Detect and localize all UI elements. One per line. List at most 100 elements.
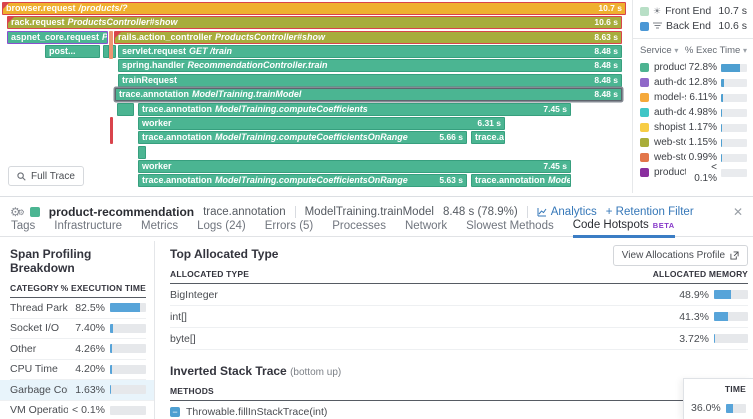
legend-service-row[interactable]: auth-dotnet12.8%	[640, 75, 747, 90]
legend-service-row[interactable]: shopist-web-ui1.17%	[640, 120, 747, 135]
caret-down-icon: ▾	[742, 45, 747, 55]
service-name: product-recommendation	[48, 204, 195, 219]
collapse-icon[interactable]: −	[170, 407, 180, 417]
flame-span[interactable]: trace.annotationModelTraining.s...	[471, 174, 571, 188]
allocated-row[interactable]: int[] 41.3%	[170, 306, 748, 328]
allocated-row[interactable]: byte[] 3.72%	[170, 328, 748, 350]
legend-summary-value: 10.6 s	[718, 20, 747, 32]
span-duration: 6.31 s	[477, 117, 501, 128]
breakdown-row[interactable]: Other 4.26%	[10, 339, 146, 360]
breakdown-row[interactable]: Thread Park 82.5%	[10, 298, 146, 319]
breakdown-table-header: CATEGORY % EXECUTION TIME	[10, 275, 146, 298]
flame-span[interactable]: trace.an...	[471, 131, 505, 145]
span-resource: ProductsController#show	[67, 17, 178, 28]
span-operation: trace.annotation	[142, 132, 213, 143]
span-operation: trace.annotation	[142, 175, 213, 186]
breakdown-row[interactable]: Socket I/O 7.40%	[10, 319, 146, 339]
span-duration: 8.48 s	[594, 89, 618, 100]
exec-fill	[110, 364, 112, 374]
span-resource: ModelTraining.computeCoefficientsOnRange	[215, 175, 408, 186]
breakdown-rows: Thread Park 82.5% Socket I/O 7.40% Other 4.26…	[0, 298, 154, 419]
divider	[294, 205, 296, 218]
frontend-icon: ☀	[653, 5, 662, 16]
flame-span[interactable]	[138, 145, 146, 159]
close-icon[interactable]: ✕	[733, 205, 743, 219]
flame-span[interactable]: worker 7.45 s	[138, 159, 571, 173]
span-duration: 10.6 s	[594, 17, 618, 28]
flame-span[interactable]: browser.request/products/? 10.7 s	[2, 2, 626, 15]
service-exec-bar	[721, 153, 747, 162]
flame-span[interactable]: rails.action_controller ProductsControlle…	[114, 30, 622, 44]
span-operation: worker	[142, 117, 172, 128]
legend-service-row[interactable]: auth-dotnet-po...4.98%	[640, 105, 747, 120]
flame-span[interactable]: trace.annotation ModelTraining.trainModel…	[115, 88, 622, 102]
tab-processes[interactable]: Processes	[332, 220, 386, 236]
col-exec-time: % EXECUTION TIME	[60, 283, 146, 293]
service-exec-pct: < 0.1%	[694, 161, 717, 184]
tab-logs-24[interactable]: Logs (24)	[197, 220, 246, 236]
service-name: product-recom...	[654, 167, 686, 178]
span-operation: aspnet_core.request	[11, 31, 100, 42]
legend-service-row[interactable]: model-storage6.11%	[640, 90, 747, 105]
col-allocated-type: ALLOCATED TYPE	[170, 269, 250, 279]
flame-span[interactable]: servlet.request GET /train 8.48 s	[118, 45, 622, 58]
flame-span[interactable]: trainRequest 8.48 s	[118, 73, 622, 87]
trace-legend: ☀ Front End 10.7 s Back End 10.6 s Service ▾…	[632, 0, 753, 193]
tab-slowest-methods[interactable]: Slowest Methods	[466, 220, 554, 236]
backend-swatch	[640, 21, 649, 31]
breakdown-row[interactable]: VM Operations < 0.1%	[10, 401, 146, 419]
category-name: Socket I/O	[10, 322, 60, 335]
legend-service-row[interactable]: product-recom... < 0.1%	[640, 162, 747, 184]
col-allocated-memory: ALLOCATED MEMORY	[652, 269, 748, 279]
allocated-type-name: byte[]	[170, 332, 196, 345]
tab-network[interactable]: Network	[405, 220, 447, 236]
tab-infrastructure[interactable]: Infrastructure	[54, 220, 122, 236]
legend-service-row[interactable]: web-store1.15%	[640, 135, 747, 150]
span-duration: 7.45 s	[543, 103, 567, 114]
service-swatch	[640, 153, 649, 162]
flame-span[interactable]: spring.handler RecommendationController.t…	[118, 59, 622, 73]
tab-tags[interactable]: Tags	[11, 220, 35, 236]
resource-name: ModelTraining.trainModel	[304, 205, 434, 218]
allocated-rows: BigInteger 48.9% int[] 41.3% byte[] 3.72%	[170, 284, 748, 350]
legend-service-list: product-recom...72.8%auth-dotnet12.8%mod…	[640, 60, 747, 184]
span-duration: 5.63 s	[439, 175, 463, 186]
service-color-swatch	[29, 206, 40, 217]
full-trace-button[interactable]: Full Trace	[8, 166, 84, 186]
tab-metrics[interactable]: Metrics	[141, 220, 178, 236]
span-settings-icon[interactable]: ⚙ ⚙	[10, 206, 25, 218]
flame-span[interactable]: trace.annotation ModelTraining.computeCoe…	[138, 174, 467, 188]
flame-span[interactable]: trace.annotation ModelTraining.computeCoe…	[138, 102, 571, 116]
service-exec-pct: 12.8%	[688, 77, 717, 88]
tab-label: Logs (24)	[197, 220, 246, 232]
span-duration: 8.48 s	[594, 46, 618, 56]
legend-service-row[interactable]: product-recom...72.8%	[640, 60, 747, 75]
tab-errors-5[interactable]: Errors (5)	[265, 220, 314, 236]
flame-span[interactable]	[117, 102, 134, 116]
breakdown-row[interactable]: Garbage Collection 1.63%	[0, 380, 154, 401]
span-resource: ModelTraining.trainModel	[192, 89, 302, 100]
exec-bar	[110, 303, 146, 313]
flame-span[interactable]: trace.annotation ModelTraining.computeCoe…	[138, 131, 467, 145]
allocated-row[interactable]: BigInteger 48.9%	[170, 284, 748, 306]
flame-span[interactable]: worker 6.31 s	[138, 116, 505, 130]
method-row[interactable]: − Throwable.fillInStackTrace(int)	[170, 401, 748, 419]
retention-filter-link[interactable]: + Retention Filter	[606, 206, 694, 218]
service-exec-bar	[721, 63, 747, 72]
breakdown-row[interactable]: CPU Time 4.20%	[10, 360, 146, 380]
tab-label: Infrastructure	[54, 220, 123, 232]
span-detail-panel: ⚙ ⚙ product-recommendation trace.annotati…	[0, 196, 753, 419]
legend-summary-row[interactable]: Back End 10.6 s	[640, 19, 747, 33]
view-allocations-profile-button[interactable]: View Allocations Profile	[612, 245, 748, 266]
stacktrace-title: Inverted Stack Trace (bottom up)	[170, 364, 342, 378]
flame-span[interactable]: aspnet_core.requestPOST check-t...	[7, 30, 108, 44]
flame-span[interactable]: rack.request ProductsController#show 10.6 …	[7, 16, 622, 30]
service-name: auth-dotnet-po...	[654, 107, 686, 118]
analytics-link[interactable]: Analytics	[537, 206, 597, 218]
service-name: web-store-mon...	[654, 152, 686, 163]
tab-code-hotspots[interactable]: Code Hotspots BETA	[572, 219, 675, 238]
flame-span[interactable]: post...	[45, 45, 100, 58]
legend-summary-row[interactable]: ☀ Front End 10.7 s	[640, 4, 747, 18]
legend-service-header[interactable]: Service ▾	[640, 45, 678, 56]
legend-exec-header[interactable]: % Exec Time ▾	[685, 45, 747, 56]
